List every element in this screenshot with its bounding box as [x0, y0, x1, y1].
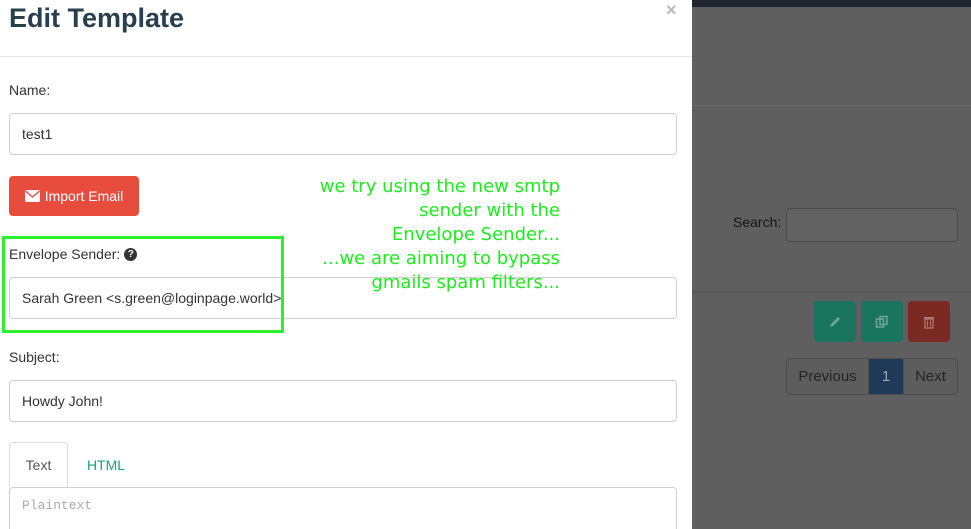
pencil-icon: [830, 316, 840, 327]
annotation-note: we try using the new smtp sender with th…: [290, 175, 560, 295]
divider: [692, 105, 971, 106]
trash-icon: [924, 316, 934, 329]
search-label: Search:: [733, 214, 782, 230]
import-email-label: Import Email: [44, 188, 124, 204]
divider: [692, 291, 971, 293]
search-input[interactable]: [786, 208, 958, 242]
pagination-next[interactable]: Next: [903, 359, 957, 394]
close-button[interactable]: ×: [666, 0, 677, 21]
delete-button[interactable]: [908, 301, 950, 342]
pagination-previous[interactable]: Previous: [787, 359, 869, 394]
envelope-icon: [24, 190, 40, 202]
annotation-line: sender with the: [419, 200, 560, 221]
annotation-line: ...we are aiming to bypass: [322, 248, 560, 269]
annotation-line: we try using the new smtp: [319, 176, 560, 197]
divider: [0, 56, 692, 57]
annotation-line: Envelope Sender...: [391, 224, 560, 245]
modal-title: Edit Template: [9, 3, 185, 33]
name-input[interactable]: test1: [9, 113, 677, 155]
plaintext-textarea[interactable]: Plaintext: [9, 487, 677, 529]
annotation-line: gmails spam filters...: [371, 272, 560, 293]
copy-icon: [875, 315, 888, 328]
edit-template-modal: Edit Template × Name: test1 Import Email…: [0, 0, 692, 529]
subject-input[interactable]: Howdy John!: [9, 380, 677, 422]
import-email-button[interactable]: Import Email: [9, 176, 139, 216]
pagination-page-1[interactable]: 1: [869, 359, 903, 394]
edit-button[interactable]: [814, 301, 856, 342]
name-label: Name:: [9, 82, 51, 98]
pagination: Previous 1 Next: [786, 358, 958, 395]
tab-html[interactable]: HTML: [68, 442, 144, 487]
editor-tabs: Text HTML: [9, 442, 144, 487]
annotation-highlight-box: [2, 236, 284, 333]
tab-text[interactable]: Text: [9, 442, 68, 487]
copy-button[interactable]: [861, 301, 903, 342]
subject-label: Subject:: [9, 349, 60, 365]
